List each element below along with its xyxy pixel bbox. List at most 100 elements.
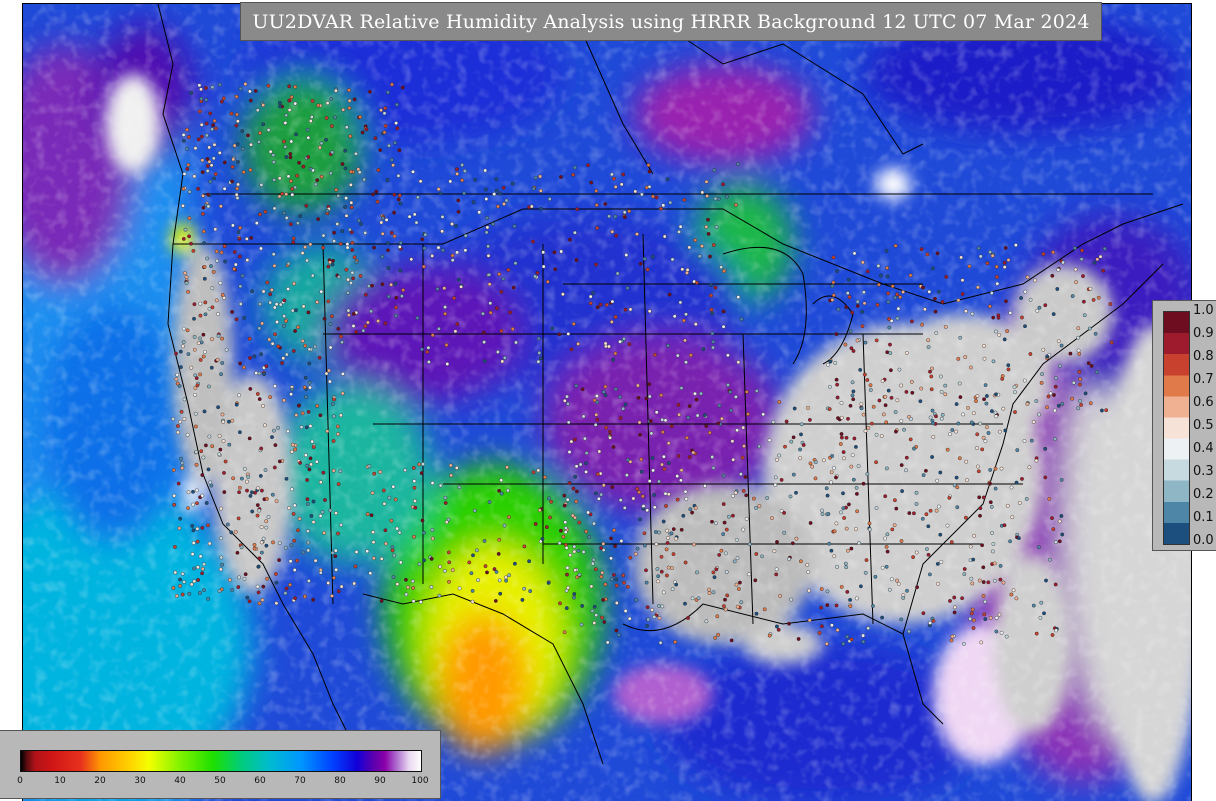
observation-point <box>443 311 447 316</box>
observation-point <box>956 421 961 426</box>
observation-point <box>934 508 939 513</box>
observation-point <box>627 209 632 214</box>
observation-point <box>398 201 403 206</box>
observation-point <box>500 359 505 364</box>
observation-point <box>665 541 670 545</box>
observation-point <box>1011 588 1016 593</box>
observation-point <box>497 537 502 542</box>
observation-point <box>450 253 455 258</box>
observation-point <box>899 418 904 423</box>
observation-point <box>989 291 994 295</box>
observation-point <box>726 383 730 387</box>
observation-point <box>666 461 671 465</box>
observation-point <box>1092 260 1097 265</box>
observation-point <box>910 390 915 395</box>
observation-point <box>277 541 282 545</box>
observation-point <box>904 468 908 473</box>
observation-point <box>607 214 611 219</box>
observation-point <box>332 397 336 402</box>
observation-point <box>997 332 1002 337</box>
observation-point <box>429 557 434 561</box>
observation-point <box>512 224 517 229</box>
observation-point <box>275 320 279 324</box>
observation-point <box>822 458 826 463</box>
observation-point <box>353 151 358 156</box>
observation-point <box>663 418 668 423</box>
observation-point <box>664 547 669 552</box>
observation-point <box>754 388 759 393</box>
observation-point <box>373 136 378 141</box>
observation-point <box>849 464 854 469</box>
observation-point <box>988 616 993 620</box>
rh-colorbar-tick: 70 <box>294 776 306 786</box>
observation-point <box>969 611 974 616</box>
observation-colorbar-tick: 1.0 <box>1193 303 1214 318</box>
observation-point <box>426 345 431 350</box>
observation-point <box>213 126 218 131</box>
observation-point <box>447 579 451 584</box>
observation-point <box>202 276 207 281</box>
observation-point <box>873 574 878 579</box>
observation-point <box>739 600 744 605</box>
observation-point <box>242 315 247 320</box>
observation-point <box>1057 519 1062 524</box>
observation-point <box>341 107 346 112</box>
observation-point <box>304 394 308 399</box>
observation-point <box>331 414 336 419</box>
observation-point <box>914 550 919 555</box>
observation-point <box>661 590 666 595</box>
observation-point <box>216 312 220 316</box>
observation-point <box>334 511 338 515</box>
observation-point <box>243 82 248 86</box>
observation-point <box>209 264 213 268</box>
observation-point <box>683 489 688 494</box>
observation-point <box>284 586 289 591</box>
observation-point <box>1043 446 1048 451</box>
observation-point <box>901 290 905 294</box>
observation-point <box>885 350 890 355</box>
observation-point <box>884 248 889 253</box>
observation-point <box>859 402 864 406</box>
observation-point <box>819 587 824 591</box>
observation-point <box>986 580 991 585</box>
observation-point <box>470 599 475 604</box>
observation-point <box>851 397 856 402</box>
observation-point <box>345 242 350 247</box>
observation-point <box>186 135 191 140</box>
observation-point <box>894 429 898 434</box>
observation-point <box>573 437 577 442</box>
observation-colorbar-gradient <box>1163 311 1190 545</box>
observation-point <box>389 230 394 235</box>
observation-point <box>273 332 278 337</box>
observation-point <box>272 177 277 182</box>
observation-point <box>604 425 608 430</box>
observation-point <box>174 377 179 382</box>
observation-point <box>928 508 933 513</box>
observation-point <box>875 302 880 307</box>
observation-point <box>936 581 940 586</box>
observation-point <box>765 496 770 500</box>
observation-point <box>874 460 878 465</box>
observation-point <box>316 103 321 108</box>
observation-point <box>202 241 207 246</box>
observation-point <box>513 261 518 266</box>
observation-point <box>234 317 239 322</box>
observation-point <box>496 552 501 556</box>
observation-point <box>635 486 640 491</box>
observation-point <box>1088 286 1093 291</box>
observation-point <box>726 353 730 358</box>
observation-point <box>208 179 213 184</box>
observation-point <box>636 395 641 400</box>
observation-point <box>574 383 579 388</box>
observation-point <box>678 300 683 305</box>
observation-point <box>227 578 232 582</box>
observation-point <box>709 293 713 298</box>
observation-point <box>1053 437 1057 441</box>
observation-point <box>828 384 832 389</box>
observation-point <box>227 442 232 447</box>
observation-point <box>1028 352 1033 356</box>
observation-point <box>858 367 863 372</box>
observation-point <box>688 507 693 512</box>
rh-colorbar: 0 10 20 30 40 50 60 70 80 90 100 <box>0 730 441 799</box>
observation-point <box>271 160 276 165</box>
